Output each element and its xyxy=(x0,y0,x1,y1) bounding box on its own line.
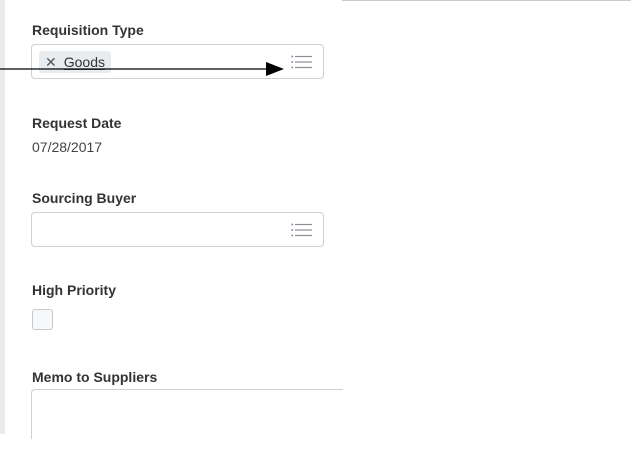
high-priority-label: High Priority xyxy=(32,282,117,298)
memo-to-suppliers-label: Memo to Suppliers xyxy=(32,369,158,385)
request-date-label: Request Date xyxy=(32,115,122,131)
sourcing-buyer-field[interactable] xyxy=(31,212,324,247)
high-priority-checkbox[interactable] xyxy=(32,309,53,330)
top-divider xyxy=(342,0,631,1)
request-date-value: 07/28/2017 xyxy=(32,139,103,155)
requisition-type-list-icon[interactable] xyxy=(291,55,312,69)
sourcing-buyer-label: Sourcing Buyer xyxy=(32,190,137,206)
requisition-type-field[interactable]: ✕ Goods xyxy=(31,44,324,79)
memo-to-suppliers-textarea[interactable] xyxy=(31,389,343,439)
sourcing-buyer-list-icon[interactable] xyxy=(291,223,312,237)
close-icon[interactable]: ✕ xyxy=(45,55,57,69)
goods-pill[interactable]: ✕ Goods xyxy=(39,51,111,73)
goods-pill-label[interactable]: Goods xyxy=(64,55,105,69)
requisition-type-label: Requisition Type xyxy=(32,22,144,38)
left-rail xyxy=(0,0,5,434)
